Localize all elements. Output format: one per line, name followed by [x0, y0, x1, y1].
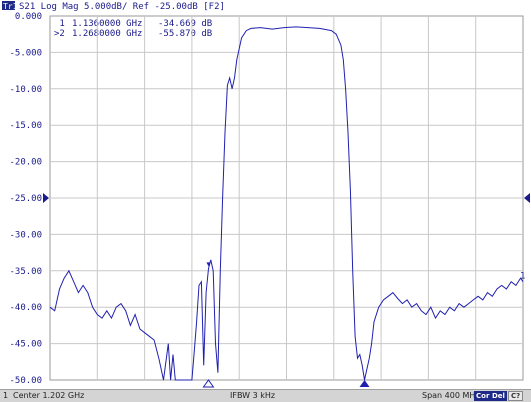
- marker-2-triangle: [359, 380, 370, 387]
- ifbw-setting[interactable]: IFBW 3 kHz: [230, 391, 275, 400]
- marker-readout: 1 1.1360000 GHz -34.669 dB >2 1.2680000 …: [54, 19, 212, 39]
- marker-2-label: >2: [54, 29, 65, 39]
- y-tick-label: -35.00: [9, 267, 42, 277]
- s21-log-mag-chart: Tr1 S21 Log Mag 5.000dB/ Ref -25.00dB [F…: [2, 1, 530, 388]
- ref-level-left-arrow: [43, 193, 49, 203]
- y-tick-label: -25.00: [9, 194, 42, 204]
- marker-2-freq: 1.2680000 GHz: [72, 29, 142, 39]
- status-bar: 1 Center 1.202 GHz IFBW 3 kHz Span 400 M…: [0, 389, 531, 402]
- trace-description: S21 Log Mag 5.000dB/ Ref -25.00dB [F2]: [19, 2, 225, 12]
- marker-1-value: -34.669 dB: [158, 19, 212, 29]
- delay-button[interactable]: Del: [490, 391, 507, 401]
- center-frequency[interactable]: Center 1.202 GHz: [13, 391, 84, 400]
- ref-level-right-arrow: [524, 193, 530, 203]
- y-tick-label: -40.00: [9, 303, 42, 313]
- y-tick-label: 0.000: [15, 12, 42, 22]
- status-query-button[interactable]: C?: [508, 391, 524, 401]
- marker-1-freq: 1.1360000 GHz: [72, 19, 142, 29]
- vna-screen: Tr1 S21 Log Mag 5.000dB/ Ref -25.00dB [F…: [0, 0, 531, 402]
- correction-button[interactable]: Cor: [474, 391, 492, 401]
- trace-end-label: 1: [520, 271, 525, 281]
- y-axis-ticks: 0.000 -5.000 -10.00 -15.00 -20.00 -25.00 -30.0…: [9, 12, 530, 386]
- span-setting[interactable]: Span 400 MHz: [422, 391, 480, 400]
- marker-1-triangle: [202, 379, 215, 388]
- marker-1-label: 1: [54, 19, 65, 29]
- channel-number: 1: [3, 391, 9, 400]
- y-tick-label: -5.000: [9, 48, 42, 58]
- y-tick-label: -30.00: [9, 230, 42, 240]
- y-tick-label: -50.00: [9, 376, 42, 386]
- trace-tag: Tr1: [3, 2, 18, 11]
- y-tick-label: -15.00: [9, 121, 42, 131]
- y-tick-label: -20.00: [9, 158, 42, 168]
- marker-symbols: 1: [202, 262, 525, 388]
- marker-2-value: -55.870 dB: [158, 29, 212, 39]
- grid: [49, 15, 524, 381]
- y-tick-label: -45.00: [9, 340, 42, 350]
- y-tick-label: -10.00: [9, 85, 42, 95]
